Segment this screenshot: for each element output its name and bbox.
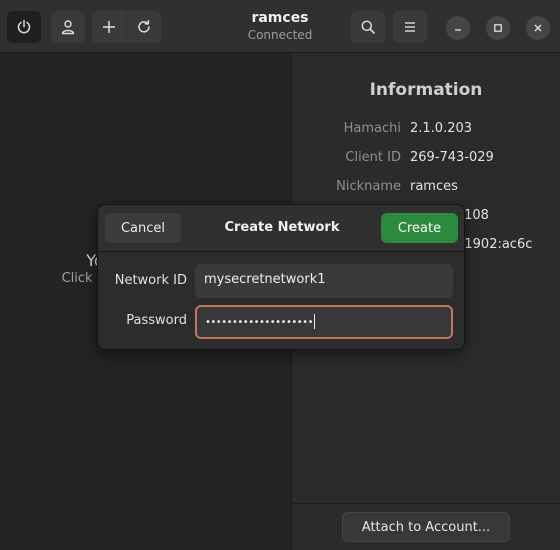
add-network-button[interactable] (92, 11, 126, 43)
info-row-nickname: Nickname ramces (292, 179, 560, 199)
connection-status: Connected (247, 28, 313, 42)
attach-to-account-button[interactable]: Attach to Account... (342, 512, 510, 542)
maximize-icon (494, 24, 502, 32)
information-header: Information (369, 80, 483, 100)
power-icon (17, 19, 31, 34)
minimize-icon (455, 29, 461, 31)
dialog-header: Cancel Create Network Create (98, 205, 464, 252)
search-icon (361, 20, 375, 34)
cancel-button[interactable]: Cancel (105, 213, 181, 243)
plus-icon (103, 21, 115, 33)
info-value: 2.1.0.203 (410, 121, 473, 136)
network-id-label: Network ID (114, 273, 187, 288)
info-row-client-id: Client ID 269-743-029 (292, 150, 560, 170)
power-button[interactable] (7, 11, 41, 43)
user-icon (61, 20, 75, 35)
refresh-button[interactable] (127, 11, 161, 43)
info-value: 269-743-029 (410, 150, 494, 165)
bottom-bar: Attach to Account... (292, 503, 560, 550)
refresh-icon (138, 20, 150, 33)
password-input[interactable]: •••••••••••••••••••• (195, 305, 453, 339)
password-value: •••••••••••••••••••• (205, 317, 313, 328)
main-menu-button[interactable] (393, 11, 427, 43)
info-key: Nickname (336, 179, 401, 194)
minimize-button[interactable] (446, 16, 470, 40)
info-key: Client ID (345, 150, 401, 165)
info-value: :1902:ac6c (460, 237, 533, 252)
create-network-dialog: Cancel Create Network Create Network ID … (97, 204, 465, 350)
header-bar: ramces Connected (0, 0, 560, 53)
info-value: ramces (410, 179, 458, 194)
hamburger-menu-icon (405, 22, 415, 32)
dialog-title: Create Network (224, 220, 340, 235)
info-key: Hamachi (343, 121, 401, 136)
network-id-value: mysecretnetwork1 (204, 272, 326, 287)
close-icon (534, 24, 542, 32)
text-caret (313, 314, 315, 329)
search-button[interactable] (351, 11, 385, 43)
maximize-button[interactable] (486, 16, 510, 40)
close-button[interactable] (526, 16, 550, 40)
network-id-input[interactable]: mysecretnetwork1 (195, 264, 453, 298)
create-button[interactable]: Create (381, 213, 458, 243)
app-title: ramces (251, 10, 309, 26)
password-label: Password (126, 313, 187, 328)
info-row-hamachi: Hamachi 2.1.0.203 (292, 121, 560, 141)
user-button[interactable] (51, 11, 85, 43)
